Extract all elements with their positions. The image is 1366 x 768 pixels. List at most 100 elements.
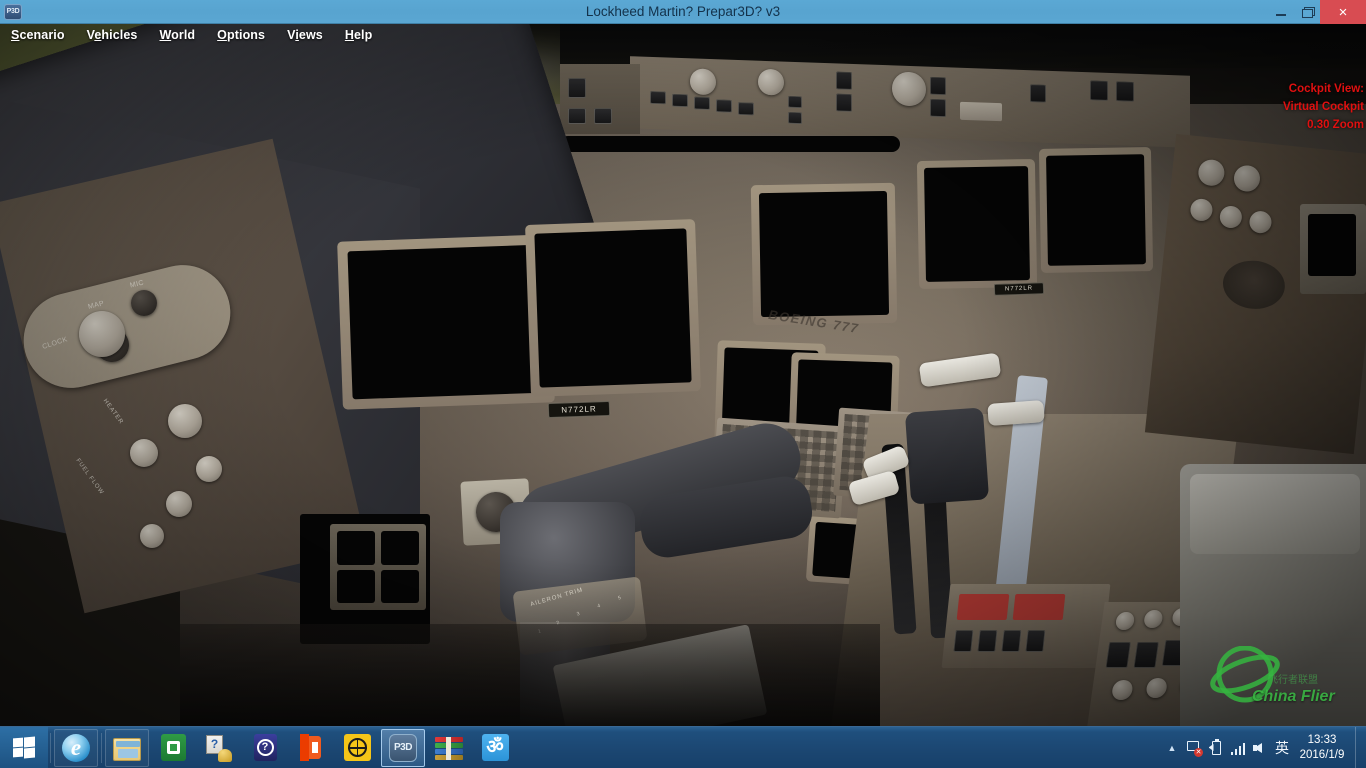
left-knob-d[interactable] — [166, 491, 192, 517]
menu-item-vehicles[interactable]: Vehicles — [76, 28, 149, 42]
view-overlay-line-3: 0.30 Zoom — [1283, 116, 1366, 134]
tray-volume[interactable] — [1249, 727, 1271, 768]
taskbar-item-file-explorer[interactable] — [105, 729, 149, 767]
menu-item-world[interactable]: World — [148, 28, 206, 42]
ovh-button-2[interactable] — [568, 108, 586, 124]
eicas-upper-screen[interactable] — [759, 191, 889, 317]
mcp-button-13[interactable] — [1090, 80, 1108, 101]
left-overhead-cluster[interactable] — [560, 64, 640, 134]
right-side-wall-panel — [1300, 204, 1366, 294]
network-signal-icon — [1231, 742, 1246, 755]
help-center-icon: ? — [254, 734, 277, 761]
microsoft-office-icon — [298, 734, 324, 761]
ovh-button-3[interactable] — [594, 108, 612, 124]
ime-language-icon: 英 — [1275, 738, 1289, 758]
tray-battery[interactable] — [1205, 727, 1227, 768]
system-tray[interactable]: ▲ ✕ 英 — [1161, 727, 1366, 768]
rc-knob-3[interactable] — [1189, 198, 1213, 222]
rc-knob-5[interactable] — [1248, 210, 1272, 234]
left-knob-e[interactable] — [140, 524, 164, 548]
show-desktop-button[interactable] — [1355, 727, 1362, 768]
minimize-button[interactable] — [1268, 0, 1294, 24]
glareshield-lip — [560, 136, 900, 152]
mcp-knob-2[interactable] — [758, 69, 784, 96]
menu-item-scenario[interactable]: Scenario — [0, 28, 76, 42]
taskbar-item-help-notification[interactable]: ? — [197, 729, 241, 767]
close-button[interactable]: × — [1320, 0, 1366, 24]
taskbar-item-globe-browser[interactable] — [335, 729, 379, 767]
mcp-button-10[interactable] — [930, 77, 946, 96]
throttle-grip-block[interactable] — [905, 407, 989, 504]
mcp-button-8[interactable] — [836, 71, 852, 90]
taskbar-item-microsoft-office[interactable] — [289, 729, 333, 767]
taskbar-item-internet-explorer[interactable]: e — [54, 729, 98, 767]
menu-bar[interactable]: Scenario Vehicles World Options Views He… — [0, 24, 1366, 46]
tray-action-center[interactable]: ✕ — [1183, 727, 1205, 768]
mcp-button-6[interactable] — [788, 96, 802, 108]
taskbar[interactable]: e ? ? P3D — [0, 726, 1366, 768]
fo-pfd-bezel — [1039, 147, 1153, 273]
mic-jack[interactable] — [131, 290, 157, 316]
taskbar-item-blue-utility[interactable]: ॐ — [473, 729, 517, 767]
left-knob-a[interactable] — [168, 404, 202, 438]
tray-clock[interactable]: 13:33 2016/1/9 — [1293, 733, 1355, 763]
start-button[interactable] — [0, 727, 48, 768]
pfd-screen[interactable] — [347, 245, 544, 400]
taskbar-item-winrar[interactable] — [427, 729, 471, 767]
right-side-console[interactable] — [1145, 134, 1366, 454]
eicas-lower-screen[interactable] — [924, 166, 1030, 282]
nd-screen[interactable] — [534, 228, 691, 387]
simulator-viewport[interactable]: BOEING 777 N772LR N772LR CLOCK MAP MIC — [0, 24, 1366, 726]
mcp-button-9[interactable] — [836, 93, 852, 112]
mcp-button-14[interactable] — [1116, 81, 1134, 102]
mcp-knob-1[interactable] — [690, 68, 716, 95]
restore-button[interactable] — [1294, 0, 1320, 24]
taskbar-item-prepar3d[interactable]: P3D — [381, 729, 425, 767]
fire-handle-1[interactable] — [957, 594, 1010, 620]
pedestal-radio-panel[interactable] — [942, 584, 1111, 668]
mcp-button-4[interactable] — [716, 99, 732, 113]
internet-explorer-icon: e — [62, 734, 90, 762]
left-knob-b[interactable] — [130, 439, 158, 467]
fo-pfd-screen[interactable] — [1046, 154, 1146, 266]
map-light-knob[interactable] — [79, 311, 125, 357]
tray-network[interactable] — [1227, 727, 1249, 768]
fire-handle-2[interactable] — [1013, 594, 1066, 620]
app-icon: P3D — [4, 4, 22, 20]
rc-knob-1[interactable] — [1197, 158, 1226, 187]
mcp-button-5[interactable] — [738, 102, 754, 116]
menu-item-views[interactable]: Views — [276, 28, 334, 42]
rc-knob-4[interactable] — [1219, 205, 1243, 229]
flap-handle[interactable] — [987, 400, 1044, 426]
view-overlay-line-2: Virtual Cockpit — [1283, 98, 1366, 116]
seat-cushion — [1190, 474, 1360, 554]
mcp-knob-3[interactable] — [892, 71, 926, 106]
taskbar-item-windows-store[interactable] — [151, 729, 195, 767]
mcp-button-11[interactable] — [930, 99, 946, 118]
blue-utility-icon: ॐ — [482, 734, 509, 761]
aileron-trim-label: AILERON TRIM — [530, 587, 584, 608]
mcp-button-3[interactable] — [694, 96, 710, 110]
menu-item-options[interactable]: Options — [206, 28, 276, 42]
rc-knob-2[interactable] — [1233, 164, 1262, 193]
mcp-button-2[interactable] — [672, 94, 688, 108]
close-icon: × — [1339, 5, 1348, 20]
eicas-lower-bezel — [917, 159, 1037, 289]
menu-item-help[interactable]: Help — [334, 28, 384, 42]
window-title: Lockheed Martin? Prepar3D? v3 — [0, 4, 1366, 19]
ovh-button-1[interactable] — [568, 78, 586, 98]
taskbar-item-help-center[interactable]: ? — [243, 729, 287, 767]
taskbar-separator — [50, 733, 51, 763]
mcp-button-1[interactable] — [650, 91, 666, 105]
minimize-icon — [1276, 14, 1286, 16]
eicas-upper-bezel — [751, 183, 897, 325]
tray-expand-button[interactable]: ▲ — [1161, 727, 1183, 768]
tray-date: 2016/1/9 — [1300, 748, 1345, 763]
tray-ime[interactable]: 英 — [1271, 727, 1293, 768]
mcp-button-12[interactable] — [1030, 84, 1046, 103]
help-notification-icon: ? — [205, 734, 233, 762]
battery-icon — [1209, 740, 1224, 756]
left-knob-c[interactable] — [196, 456, 222, 482]
window-title-bar[interactable]: P3D Lockheed Martin? Prepar3D? v3 × — [0, 0, 1366, 24]
mcp-button-7[interactable] — [788, 112, 802, 124]
